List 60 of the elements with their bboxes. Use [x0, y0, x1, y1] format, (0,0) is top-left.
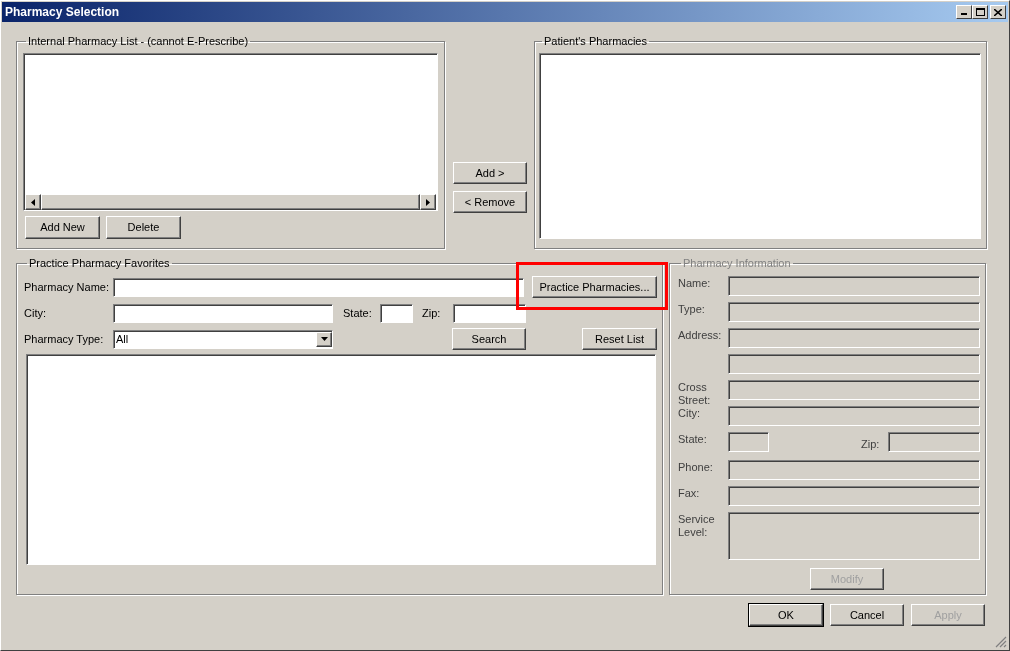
- add-button[interactable]: Add >: [453, 162, 527, 184]
- add-new-button[interactable]: Add New: [25, 216, 100, 239]
- field-label: Name:: [678, 276, 712, 290]
- field-label: Type:: [678, 302, 706, 316]
- scroll-left-button[interactable]: [25, 194, 41, 210]
- info-field[interactable]: [728, 276, 980, 296]
- group-title: Patient's Pharmacies: [543, 35, 648, 48]
- dropdown-arrow-button[interactable]: [316, 331, 332, 347]
- resize-grip-icon[interactable]: [995, 636, 1007, 648]
- info-field[interactable]: [728, 302, 980, 322]
- zip-field[interactable]: [453, 303, 526, 323]
- close-button[interactable]: [990, 5, 1006, 19]
- left-arrow-icon: [31, 198, 35, 206]
- info-field[interactable]: [728, 486, 980, 506]
- field-label: City:: [678, 406, 701, 420]
- info-field[interactable]: [728, 328, 980, 348]
- delete-button[interactable]: Delete: [106, 216, 181, 239]
- field-label: State:: [678, 432, 708, 446]
- info-field[interactable]: [728, 512, 980, 560]
- pharmacy-name-field[interactable]: [113, 277, 524, 297]
- remove-button[interactable]: < Remove: [453, 191, 527, 213]
- field-label: Zip:: [422, 305, 442, 321]
- down-arrow-icon: [320, 337, 328, 341]
- info-field[interactable]: [728, 380, 980, 400]
- field-label: Cross Street:: [678, 380, 712, 407]
- field-label: Service Level:: [678, 512, 716, 539]
- field-label: Pharmacy Type:: [24, 331, 105, 347]
- field-label: Phone:: [678, 460, 714, 474]
- info-field[interactable]: [728, 432, 769, 452]
- right-arrow-icon: [426, 198, 430, 206]
- minimize-button[interactable]: [956, 5, 972, 19]
- dropdown-value: All: [115, 331, 130, 347]
- practice-pharmacies-button[interactable]: Practice Pharmacies...: [532, 276, 657, 298]
- field-label: Fax:: [678, 486, 701, 500]
- close-icon: [994, 8, 1002, 16]
- field-label: City:: [24, 305, 47, 321]
- reset-list-button[interactable]: Reset List: [582, 328, 657, 350]
- field-label: Address:: [678, 328, 723, 342]
- maximize-icon: [975, 8, 985, 16]
- window-title: Pharmacy Selection: [5, 4, 121, 21]
- field-label: State:: [343, 305, 373, 321]
- scroll-right-button[interactable]: [420, 194, 436, 210]
- group-title: Internal Pharmacy List - (cannot E-Prescribe): [27, 35, 250, 48]
- field-label: Pharmacy Name:: [24, 279, 110, 295]
- list-box[interactable]: [23, 53, 438, 211]
- group-title: Pharmacy Information: [682, 257, 792, 270]
- maximize-button[interactable]: [972, 5, 988, 19]
- minimize-icon: [961, 13, 967, 15]
- city-field[interactable]: [113, 303, 333, 323]
- info-field[interactable]: [728, 354, 980, 374]
- info-field[interactable]: [728, 406, 980, 426]
- cancel-button[interactable]: Cancel: [830, 604, 904, 626]
- info-field[interactable]: [888, 432, 980, 452]
- pharmacy-type-dropdown[interactable]: All: [113, 329, 333, 349]
- field-label: Zip:: [861, 437, 881, 452]
- info-field[interactable]: [728, 460, 980, 480]
- search-button[interactable]: Search: [452, 328, 526, 350]
- group-title: Practice Pharmacy Favorites: [28, 257, 171, 270]
- ok-button[interactable]: OK: [749, 604, 823, 626]
- state-field[interactable]: [380, 303, 413, 323]
